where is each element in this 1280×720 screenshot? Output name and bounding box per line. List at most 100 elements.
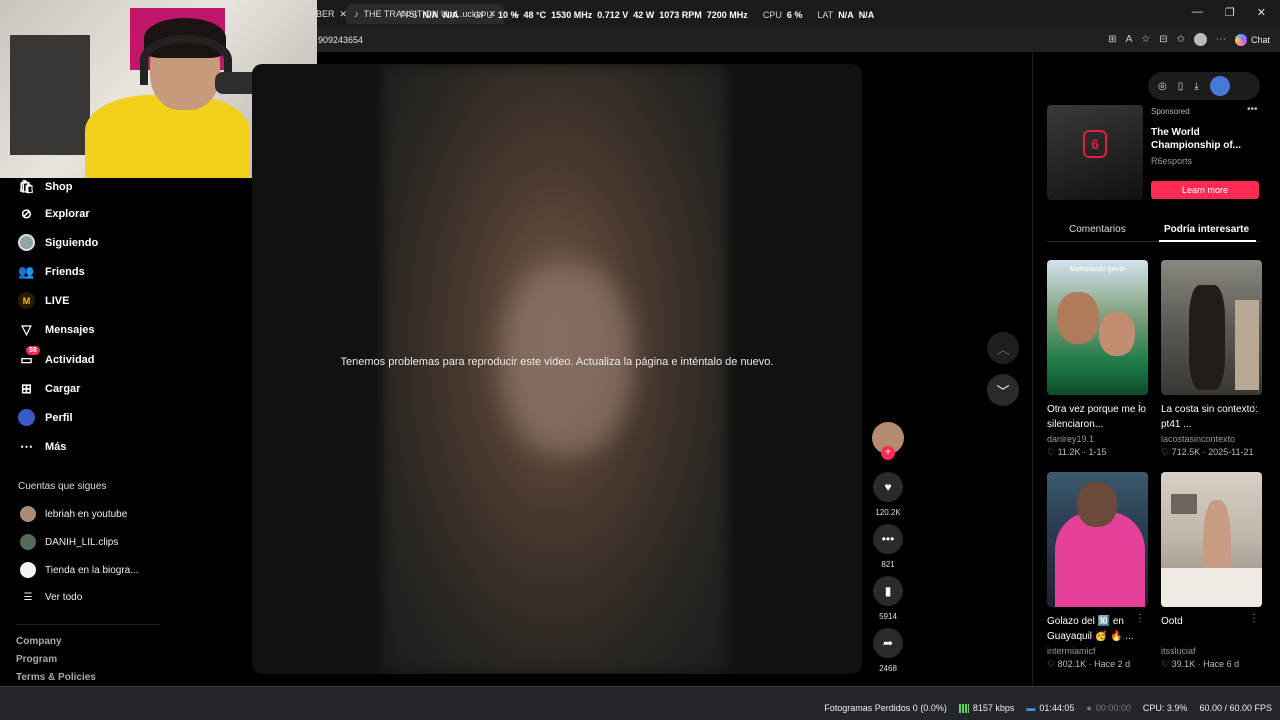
thumb-overlay-text: Molestando gente (1069, 266, 1126, 273)
menu-dots-icon[interactable]: ⋯ (1216, 34, 1226, 45)
previous-video-button[interactable]: ︿ (987, 332, 1019, 364)
card-author[interactable]: intermiamicf (1047, 646, 1148, 656)
video-card[interactable]: Ootd itssluciaf ♡ 39.1K · Hace 6 d ⋮ (1161, 472, 1262, 670)
like-button[interactable]: ♥ 120.2K (872, 472, 904, 517)
heart-outline-icon: ♡ (1047, 447, 1056, 457)
ad-brand[interactable]: R6esports (1151, 156, 1192, 166)
card-more-icon[interactable]: ⋮ (1135, 613, 1145, 624)
favorites-icon[interactable]: ✩ (1177, 34, 1185, 45)
chevron-down-icon: ﹀ (996, 383, 1010, 399)
follow-plus-icon[interactable]: + (881, 446, 895, 460)
upload-icon: ⊞ (21, 380, 32, 396)
live-icon: M (18, 292, 35, 309)
chevron-up-icon: ︿ (996, 341, 1010, 357)
dropped-frames: Fotogramas Perdidos 0 (0.0%) (824, 703, 947, 713)
footer-company[interactable]: Company (16, 636, 62, 647)
divider (16, 624, 160, 625)
save-button[interactable]: ▮ 5914 (872, 576, 904, 621)
ad-more-icon[interactable]: ••• (1247, 104, 1258, 115)
card-thumbnail (1161, 260, 1262, 395)
see-all-link[interactable]: ☰ Ver todo (20, 592, 83, 603)
fps-display: 60.00 / 60.00 FPS (1199, 703, 1272, 713)
sidebar-item-shop[interactable]: 🛍 Shop (18, 178, 72, 195)
video-error-message: Tenemos problemas para reproducir este v… (340, 356, 774, 368)
learn-more-button[interactable]: Learn more (1151, 181, 1259, 199)
card-meta: ♡ 11.2K · 1-15 (1047, 447, 1107, 457)
tab-podria-interesarte[interactable]: Podría interesarte (1164, 224, 1249, 235)
user-avatar[interactable] (1209, 76, 1230, 96)
profile-avatar-icon[interactable] (1193, 33, 1207, 46)
thumb-picture (1171, 494, 1197, 514)
sidebar-item-actividad[interactable]: ▭ 58 Actividad (18, 346, 95, 368)
ad-thumbnail[interactable]: 6 (1047, 105, 1143, 200)
comment-button[interactable]: ••• 821 (872, 524, 904, 569)
notification-badge: 58 (26, 346, 40, 355)
star-icon[interactable]: ☆ (1141, 34, 1150, 45)
maximize-icon[interactable]: ❐ (1225, 6, 1235, 19)
sidebar-item-perfil[interactable]: Perfil (18, 409, 73, 426)
tab-partial[interactable]: BER ✕ (316, 4, 347, 24)
grid-icon[interactable]: ⊞ (1108, 34, 1116, 45)
bell-icon: ▭ 58 (18, 346, 40, 368)
next-video-button[interactable]: ﹀ (987, 374, 1019, 406)
chat-button[interactable]: Chat (1234, 33, 1270, 46)
card-meta: ♡ 712.5K · 2025-11-21 (1161, 447, 1254, 457)
url-text[interactable]: 909243654 (318, 35, 363, 45)
card-thumbnail (1047, 472, 1148, 607)
status-bar: Fotogramas Perdidos 0 (0.0%) 8157 kbps ▬… (0, 686, 1280, 720)
following-icon (18, 234, 35, 251)
card-author[interactable]: itssluciaf (1161, 646, 1262, 656)
thumb-person (1189, 285, 1225, 390)
translate-icon[interactable]: A (1126, 34, 1133, 45)
sidebar-item-friends[interactable]: 👥 Friends (18, 263, 84, 280)
panel-tabs: Comentarios Podría interesarte (1047, 218, 1261, 242)
phone-icon[interactable]: ▯ (1178, 81, 1184, 92)
following-account[interactable]: Tienda en la biogra... (20, 562, 139, 578)
compass-icon[interactable]: ◎ (1158, 81, 1167, 92)
card-more-icon[interactable]: ⋮ (1249, 613, 1259, 624)
tab-comentarios[interactable]: Comentarios (1069, 224, 1126, 235)
share-button[interactable]: ➦ 2468 (872, 628, 904, 673)
card-title: Otra vez porque me lo silenciaron... (1047, 404, 1146, 430)
friends-icon: 👥 (18, 263, 35, 279)
card-more-icon[interactable]: ⋮ (1135, 401, 1145, 412)
card-author[interactable]: lacostasincontexto (1161, 434, 1262, 444)
footer-program[interactable]: Program (16, 654, 57, 665)
sidebar-item-mensajes[interactable]: ▽ Mensajes (18, 321, 95, 338)
footer-terms[interactable]: Terms & Policies (16, 672, 96, 683)
sidebar-item-siguiendo[interactable]: Siguiendo (18, 234, 98, 251)
stream-time: ● 00:00:00 (1086, 703, 1131, 713)
sidebar-item-explorar[interactable]: ⊘ Explorar (18, 205, 90, 222)
address-bar[interactable]: 909243654 ⊞ A ☆ ⊟ ✩ ⋯ Chat (316, 30, 1280, 52)
video-card[interactable]: Golazo del 🔟 en Guayaquil 🥳 🔥 ... interm… (1047, 472, 1148, 670)
heart-outline-icon: ♡ (1161, 659, 1170, 669)
active-tab-indicator (1159, 240, 1256, 242)
more-icon: ⋯ (20, 438, 33, 454)
sidebar-item-mas[interactable]: ⋯ Más (18, 438, 66, 455)
avatar (20, 562, 36, 578)
card-meta: ♡ 802.1K · Hace 2 d (1047, 659, 1131, 669)
record-icon: ▬ (1026, 703, 1036, 713)
card-author[interactable]: danirey19.1 (1047, 434, 1148, 444)
thumb-door (1235, 300, 1259, 390)
close-window-icon[interactable]: ✕ (1257, 6, 1266, 19)
ad-title[interactable]: The World Championship of... (1151, 126, 1251, 152)
left-sidebar: 🛍 Shop ⊘ Explorar Siguiendo 👥 Friends M LIVE… (0, 178, 250, 686)
following-account[interactable]: lebriah en youtube (20, 506, 127, 522)
video-player[interactable]: Tenemos problemas para reproducir este v… (252, 64, 862, 674)
minimize-icon[interactable]: — (1192, 6, 1203, 19)
signal-icon (958, 703, 969, 713)
following-account[interactable]: DANIH_LIL.clips (20, 534, 118, 550)
video-card[interactable]: La costa sin contexto: pt41 ... lacostas… (1161, 260, 1262, 458)
video-card[interactable]: Molestando gente Otra vez porque me lo s… (1047, 260, 1148, 458)
split-icon[interactable]: ⊟ (1159, 34, 1167, 45)
background-shelf (10, 35, 90, 155)
card-more-icon[interactable]: ⋮ (1249, 401, 1259, 412)
card-title: Golazo del 🔟 en Guayaquil 🥳 🔥 ... (1047, 616, 1134, 642)
heart-outline-icon: ♡ (1161, 447, 1170, 457)
sidebar-item-cargar[interactable]: ⊞ Cargar (18, 380, 80, 397)
thumb-person (1077, 482, 1117, 527)
avatar (20, 506, 36, 522)
sidebar-item-live[interactable]: M LIVE (18, 292, 69, 309)
download-icon[interactable]: ⤓ (1194, 81, 1198, 92)
